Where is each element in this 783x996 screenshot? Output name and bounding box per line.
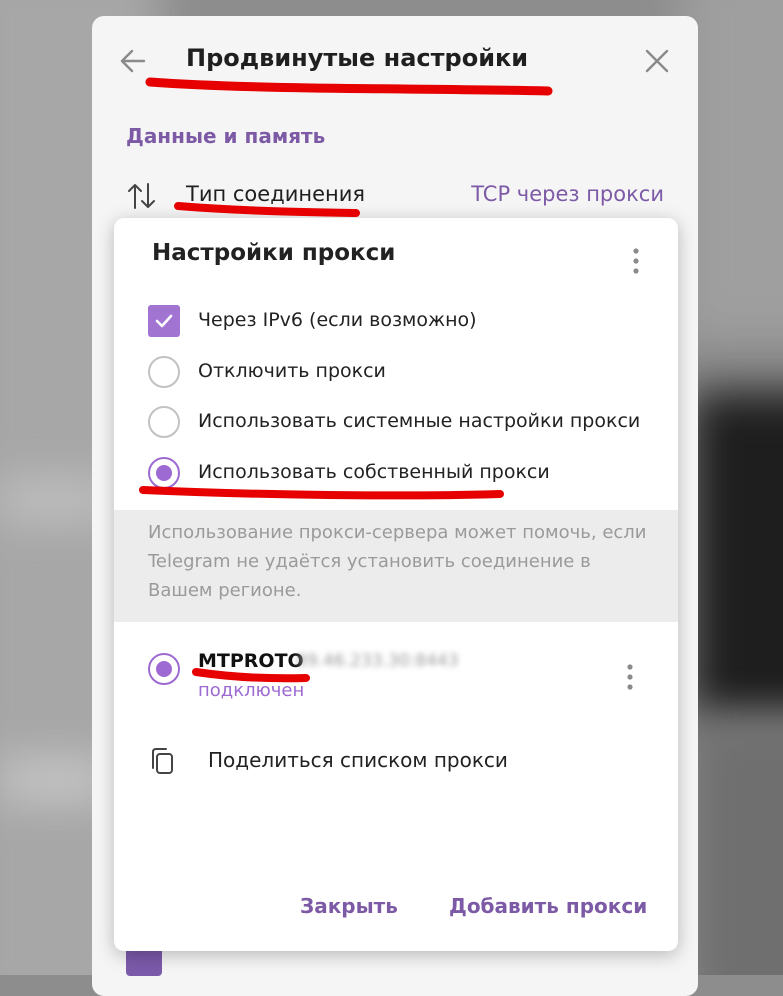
red-annotation-underlines [139,77,553,683]
